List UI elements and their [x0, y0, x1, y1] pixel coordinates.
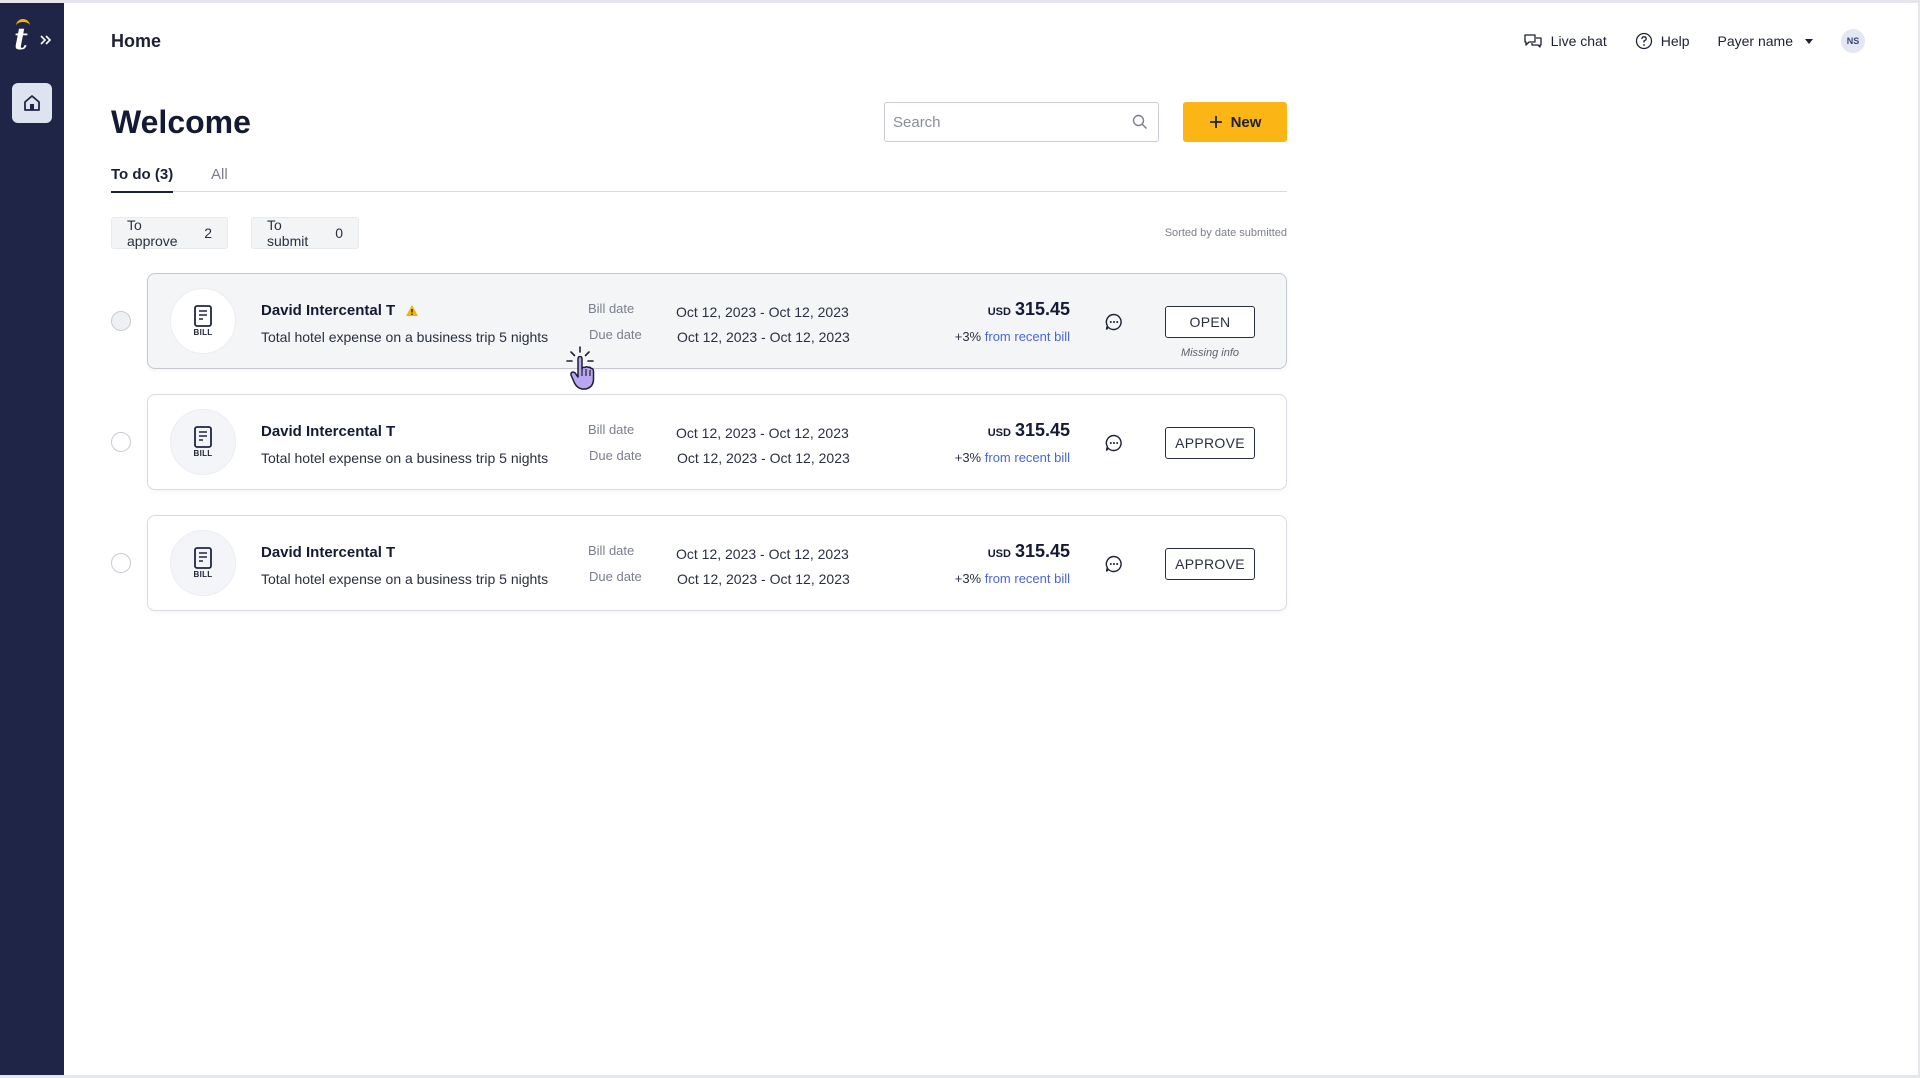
amount-value: 315.45	[1014, 299, 1070, 319]
recent-bill-link[interactable]: from recent bill	[985, 571, 1070, 586]
open-button[interactable]: OPEN	[1165, 306, 1255, 338]
amount-delta: +3% from recent bill	[955, 450, 1070, 465]
payer-name-label: Payer name	[1717, 33, 1793, 49]
bill-badge-label: BILL	[193, 328, 213, 337]
comment-icon[interactable]	[1104, 433, 1124, 453]
help-circle-icon	[1635, 32, 1652, 50]
bill-badge: BILL	[170, 409, 236, 475]
welcome-heading: Welcome	[111, 104, 251, 140]
due-date-label: Due date	[589, 569, 642, 584]
warning-icon	[406, 305, 419, 316]
bill-date-value: Oct 12, 2023 - Oct 12, 2023	[676, 546, 849, 562]
currency-code: USD	[987, 548, 1011, 560]
filter-count: 2	[204, 225, 212, 241]
bill-badge-label: BILL	[193, 449, 213, 458]
comment-icon[interactable]	[1104, 312, 1124, 332]
bill-description: Total hotel expense on a business trip 5…	[261, 571, 549, 587]
logo-letter: t	[14, 22, 28, 57]
caret-down-icon	[1805, 38, 1813, 44]
vendor-name: David Intercental T	[261, 302, 419, 319]
bill-date-value: Oct 12, 2023 - Oct 12, 2023	[676, 425, 849, 441]
live-chat-button[interactable]: Live chat	[1523, 32, 1607, 50]
bill-amount: USD 315.45	[988, 541, 1070, 562]
hand-pointer-cursor-icon	[566, 346, 595, 390]
search-box	[884, 102, 1159, 142]
due-date-label: Due date	[589, 448, 642, 463]
amount-delta: +3% from recent bill	[955, 571, 1070, 586]
bill-amount: USD 315.45	[988, 299, 1070, 320]
expand-sidebar-icon[interactable]	[38, 33, 52, 47]
recent-bill-link[interactable]: from recent bill	[985, 450, 1070, 465]
filter-label: To submit	[267, 217, 309, 249]
sidebar-item-home[interactable]	[12, 83, 52, 123]
filter-label: To approve	[127, 217, 178, 249]
bill-date-label: Bill date	[588, 422, 635, 437]
row-checkbox[interactable]	[111, 553, 131, 573]
currency-code: USD	[987, 306, 1011, 318]
search-icon[interactable]	[1132, 114, 1148, 130]
bill-row[interactable]: BILL David Intercental T Total hotel exp…	[147, 273, 1287, 369]
live-chat-label: Live chat	[1550, 33, 1607, 49]
vendor-name: David Intercental T	[261, 423, 395, 440]
help-button[interactable]: Help	[1635, 32, 1690, 50]
bill-document-icon	[194, 426, 212, 448]
help-label: Help	[1660, 33, 1690, 49]
new-button-label: New	[1230, 113, 1262, 131]
recent-bill-link[interactable]: from recent bill	[985, 329, 1070, 344]
tab-bar: To do (3) All	[111, 158, 1287, 193]
sort-label: Sorted by date submitted	[1164, 227, 1287, 239]
vendor-label: David Intercental T	[261, 302, 396, 319]
bill-document-icon	[194, 305, 212, 327]
bill-row[interactable]: BILL David Intercental T Total hotel exp…	[147, 515, 1287, 611]
approve-button[interactable]: APPROVE	[1165, 427, 1255, 459]
comment-icon[interactable]	[1104, 554, 1124, 574]
due-date-value: Oct 12, 2023 - Oct 12, 2023	[677, 571, 850, 587]
row-checkbox[interactable]	[111, 311, 131, 331]
vendor-label: David Intercental T	[261, 423, 396, 440]
bill-description: Total hotel expense on a business trip 5…	[261, 329, 549, 345]
bill-badge: BILL	[170, 288, 236, 354]
due-date-value: Oct 12, 2023 - Oct 12, 2023	[677, 329, 850, 345]
due-date-label: Due date	[589, 327, 642, 342]
user-avatar[interactable]: NS	[1841, 29, 1865, 53]
delta-percent: +3%	[954, 450, 982, 465]
bill-amount: USD 315.45	[988, 420, 1070, 441]
plus-icon	[1209, 116, 1222, 128]
currency-code: USD	[987, 427, 1011, 439]
bill-date-value: Oct 12, 2023 - Oct 12, 2023	[676, 304, 849, 320]
bill-description: Total hotel expense on a business trip 5…	[261, 450, 549, 466]
chat-bubbles-icon	[1524, 34, 1542, 48]
delta-percent: +3%	[954, 329, 982, 344]
amount-value: 315.45	[1014, 420, 1070, 440]
delta-percent: +3%	[954, 571, 982, 586]
window-top-border	[0, 0, 1920, 3]
bill-date-label: Bill date	[588, 543, 635, 558]
vendor-label: David Intercental T	[261, 544, 396, 561]
top-bar: Live chat Help Payer name NS	[1523, 26, 1865, 56]
missing-info-note: Missing info	[1180, 347, 1240, 359]
due-date-value: Oct 12, 2023 - Oct 12, 2023	[677, 450, 850, 466]
bill-date-label: Bill date	[588, 301, 635, 316]
new-button[interactable]: New	[1183, 102, 1287, 142]
bill-document-icon	[194, 547, 212, 569]
filter-to-approve[interactable]: To approve 2	[111, 217, 228, 249]
bill-badge-label: BILL	[193, 570, 213, 579]
amount-value: 315.45	[1014, 541, 1070, 561]
payer-dropdown[interactable]: Payer name	[1718, 33, 1813, 49]
filter-count: 0	[335, 225, 343, 241]
sidebar: t	[0, 3, 64, 1075]
tab-all[interactable]: All	[211, 166, 228, 191]
home-icon	[24, 95, 40, 111]
tab-to-do[interactable]: To do (3)	[111, 166, 174, 193]
approve-button[interactable]: APPROVE	[1165, 548, 1255, 580]
bill-row[interactable]: BILL David Intercental T Total hotel exp…	[147, 394, 1287, 490]
filter-to-submit[interactable]: To submit 0	[251, 217, 359, 249]
page-title: Home	[111, 31, 162, 51]
vendor-name: David Intercental T	[261, 544, 395, 561]
bill-badge: BILL	[170, 530, 236, 596]
amount-delta: +3% from recent bill	[955, 329, 1070, 344]
row-checkbox[interactable]	[111, 432, 131, 452]
search-input[interactable]	[893, 113, 1132, 131]
